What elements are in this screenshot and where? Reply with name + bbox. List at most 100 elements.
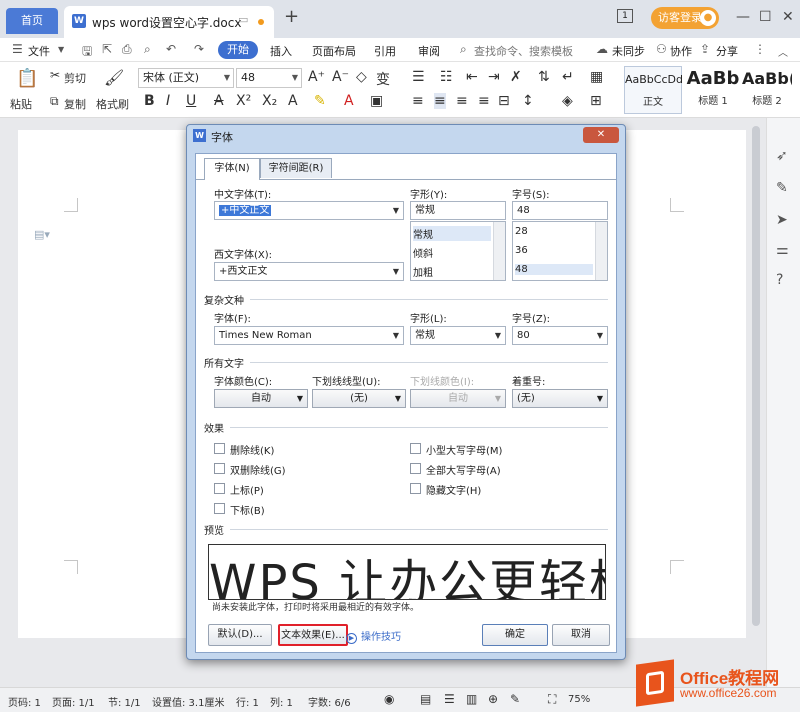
search-commands-input[interactable]: 查找命令、搜索模板: [474, 43, 573, 59]
strikethrough-icon[interactable]: A: [214, 93, 224, 109]
outline-view-icon[interactable]: ☰: [444, 692, 455, 706]
default-button[interactable]: 默认(D)...: [208, 624, 272, 646]
print-icon[interactable]: ⎙: [122, 42, 132, 57]
complex-font-combo[interactable]: Times New Roman ▼: [214, 326, 404, 345]
cursor-icon[interactable]: ➤: [776, 212, 788, 228]
shading-icon[interactable]: ◈: [562, 93, 573, 109]
page-view-icon[interactable]: ▤: [420, 692, 431, 706]
align-center-icon[interactable]: ≡: [434, 93, 446, 109]
style-normal[interactable]: AaBbCcDd 正文: [624, 66, 683, 114]
underline-icon[interactable]: U: [186, 93, 196, 109]
share-button[interactable]: 分享: [716, 43, 738, 59]
format-painter-button[interactable]: 格式刷: [96, 96, 129, 112]
scissors-icon[interactable]: ✂: [50, 68, 60, 82]
copy-button[interactable]: 复制: [64, 96, 86, 112]
subscript-icon[interactable]: X₂: [262, 93, 277, 109]
paragraph-handle-icon[interactable]: ▤▾: [34, 228, 50, 241]
hidden-text-label[interactable]: 隐藏文字(H): [426, 482, 481, 497]
increase-indent-icon[interactable]: ⇥: [488, 69, 500, 85]
italic-icon[interactable]: I: [166, 93, 170, 109]
hidden-text-checkbox[interactable]: [410, 483, 421, 494]
tips-link[interactable]: ▶ 操作技巧: [346, 628, 401, 644]
window-count-badge[interactable]: 1: [617, 9, 633, 23]
list-item[interactable]: 加粗: [413, 264, 433, 279]
clear-format-icon[interactable]: ◇: [356, 69, 367, 85]
show-marks-icon[interactable]: ↵: [562, 69, 574, 85]
list-item[interactable]: 倾斜: [413, 245, 433, 260]
fit-page-icon[interactable]: ⛶: [548, 692, 556, 707]
style-heading-1[interactable]: AaBb 标题 1: [684, 66, 742, 114]
chevron-down-icon[interactable]: ▼: [58, 45, 64, 54]
collapse-ribbon-icon[interactable]: ︿: [778, 44, 788, 59]
copy-icon[interactable]: ⧉: [50, 94, 59, 109]
tab-page-layout[interactable]: 页面布局: [312, 43, 356, 59]
reading-view-icon[interactable]: ▥: [466, 692, 477, 706]
double-strikethrough-label[interactable]: 双删除线(G): [230, 462, 286, 477]
web-view-icon[interactable]: ⊕: [488, 692, 498, 706]
superscript-checkbox[interactable]: [214, 483, 225, 494]
decrease-indent-icon[interactable]: ⇤: [466, 69, 478, 85]
numbered-list-icon[interactable]: ☷: [440, 69, 453, 85]
list-item[interactable]: 常规: [413, 226, 491, 241]
font-size-combo[interactable]: 48 ▼: [236, 68, 302, 88]
tab-insert[interactable]: 插入: [270, 43, 292, 59]
eye-icon[interactable]: ◉: [384, 692, 394, 706]
close-window-icon[interactable]: ✕: [782, 9, 794, 25]
distributed-icon[interactable]: ⊟: [498, 93, 510, 109]
subscript-label[interactable]: 下标(B): [230, 502, 265, 517]
all-caps-label[interactable]: 全部大写字母(A): [426, 462, 501, 477]
tab-font[interactable]: 字体(N): [204, 158, 260, 180]
hamburger-icon[interactable]: ☰: [12, 42, 23, 56]
subscript-checkbox[interactable]: [214, 503, 225, 514]
table-icon[interactable]: ▦: [590, 69, 603, 85]
chinese-layout-icon[interactable]: ✗: [510, 69, 522, 85]
size-listbox[interactable]: 28 36 48: [512, 221, 608, 281]
collab-button[interactable]: 协作: [670, 43, 692, 59]
zoom-level[interactable]: 75%: [568, 694, 590, 705]
superscript-label[interactable]: 上标(P): [230, 482, 264, 497]
strikethrough-checkbox[interactable]: [214, 443, 225, 454]
list-item[interactable]: 36: [515, 245, 528, 256]
tab-review[interactable]: 审阅: [418, 43, 440, 59]
rocket-icon[interactable]: ➶: [776, 148, 788, 164]
complex-style-combo[interactable]: 常规 ▼: [410, 326, 506, 345]
status-page-number[interactable]: 页码: 1: [8, 694, 41, 709]
complex-size-combo[interactable]: 80 ▼: [512, 326, 608, 345]
emphasis-combo[interactable]: (无) ▼: [512, 389, 608, 408]
style-listbox[interactable]: 常规 倾斜 加粗: [410, 221, 506, 281]
tab-references[interactable]: 引用: [374, 43, 396, 59]
tab-start[interactable]: 开始: [218, 41, 258, 59]
cn-font-combo[interactable]: +中文正文 ▼: [214, 201, 404, 220]
adjust-icon[interactable]: ⚌: [776, 242, 789, 258]
align-left-icon[interactable]: ≡: [412, 93, 424, 109]
style-input[interactable]: 常规: [410, 201, 506, 220]
minimize-icon[interactable]: —: [736, 9, 750, 25]
underline-style-combo[interactable]: (无) ▼: [312, 389, 406, 408]
maximize-icon[interactable]: ☐: [759, 9, 772, 25]
cancel-button[interactable]: 取消: [552, 624, 610, 646]
double-strikethrough-checkbox[interactable]: [214, 463, 225, 474]
pen-view-icon[interactable]: ✎: [510, 692, 520, 706]
pen-icon[interactable]: ✎: [776, 180, 788, 196]
print-preview-icon[interactable]: ⌕: [144, 42, 151, 57]
sort-icon[interactable]: ⇅: [538, 69, 550, 85]
list-item[interactable]: 48: [515, 264, 593, 275]
char-border-icon[interactable]: ▣: [370, 93, 383, 109]
font-name-combo[interactable]: 宋体 (正文) ▼: [138, 68, 234, 88]
monitor-icon[interactable]: ▭: [238, 13, 248, 26]
status-word-count[interactable]: 字数: 6/6: [308, 694, 351, 709]
small-caps-label[interactable]: 小型大写字母(M): [426, 442, 502, 457]
new-tab-button[interactable]: +: [284, 6, 299, 27]
phonetic-icon[interactable]: 变: [376, 69, 390, 89]
highlight-icon[interactable]: ✎: [314, 93, 326, 109]
undo-icon[interactable]: ↶: [166, 42, 176, 56]
bullet-list-icon[interactable]: ☰: [412, 69, 425, 85]
vertical-scrollbar[interactable]: [752, 126, 760, 626]
size-input[interactable]: 48: [512, 201, 608, 220]
font-color-icon[interactable]: A: [344, 93, 354, 109]
dialog-close-button[interactable]: ✕: [583, 127, 619, 143]
small-caps-checkbox[interactable]: [410, 443, 421, 454]
document-tab[interactable]: W wps word设置空心字.docx ▭: [64, 6, 274, 38]
listbox-scrollbar[interactable]: [595, 222, 607, 280]
superscript-icon[interactable]: X²: [236, 93, 251, 109]
